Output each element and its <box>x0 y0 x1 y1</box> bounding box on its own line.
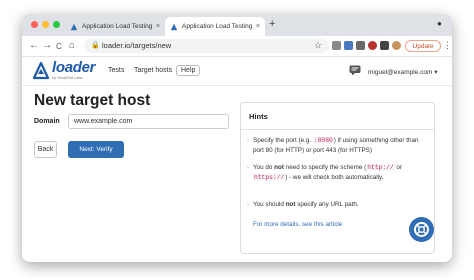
tab-title: Application Load Testing Tools <box>82 23 152 30</box>
user-menu[interactable]: miguel@example.com ▾ <box>368 68 437 76</box>
help-button[interactable]: Help <box>176 65 201 76</box>
code-https: https:// <box>253 173 286 181</box>
new-tab-button[interactable]: + <box>269 18 275 30</box>
browser-window: Application Load Testing Tools × Applica… <box>22 14 452 262</box>
app-navbar: loader by SendGrid Labs Tests Target hos… <box>22 57 452 86</box>
hint-scheme: - You do not need to specify the scheme … <box>247 163 427 182</box>
extension-icon[interactable] <box>356 41 365 50</box>
bookmark-star-icon[interactable]: ☆ <box>314 39 322 51</box>
address-bar[interactable]: 🔒 loader.io/targets/new <box>84 39 329 53</box>
avatar[interactable] <box>392 41 401 50</box>
lifebuoy-icon <box>414 222 429 237</box>
help-lifebuoy-button[interactable] <box>409 217 434 242</box>
hint-text: specify any URL path. <box>295 201 359 208</box>
loader-logo-icon[interactable] <box>33 62 49 80</box>
tab-bar: Application Load Testing Tools × Applica… <box>22 14 452 36</box>
hints-header: Hints <box>241 103 434 130</box>
hints-title: Hints <box>249 112 268 121</box>
hint-text: You do <box>253 164 275 171</box>
user-email: miguel@example.com <box>368 69 433 76</box>
forward-arrow-icon[interactable]: → <box>42 40 52 52</box>
bullet: - <box>247 201 250 208</box>
hint-text: ) - we will check both automatically. <box>285 173 384 181</box>
maximize-window-button[interactable] <box>53 21 60 28</box>
page-title: New target host <box>34 92 151 109</box>
hint-text: need to specify the scheme ( <box>283 164 367 171</box>
code-http: http:// <box>366 164 395 171</box>
reload-icon[interactable]: C <box>56 41 62 53</box>
hint-port: - Specify the port (e.g. :8080) if using… <box>247 136 427 155</box>
url-text: loader.io/targets/new <box>102 41 172 50</box>
bullet: - <box>247 137 250 144</box>
hint-emphasis: not <box>285 201 296 208</box>
hints-panel: Hints - Specify the port (e.g. :8080) if… <box>240 102 435 254</box>
nav-tests[interactable]: Tests <box>108 67 124 74</box>
back-button[interactable]: Back <box>34 141 57 158</box>
domain-label: Domain <box>34 118 60 125</box>
update-button[interactable]: Update <box>405 40 441 52</box>
extension-icon[interactable] <box>344 41 353 50</box>
next-verify-button[interactable]: Next: Verify <box>68 141 124 158</box>
bullet: - <box>247 164 250 171</box>
back-arrow-icon[interactable]: ← <box>29 40 39 52</box>
chat-icon[interactable] <box>349 65 361 76</box>
hint-emphasis: not <box>274 164 284 171</box>
domain-input[interactable] <box>68 114 229 129</box>
tab-close-icon[interactable]: × <box>156 23 160 30</box>
logo-subtitle: by SendGrid Labs <box>52 76 83 80</box>
browser-tab-2-active[interactable]: Application Load Testing Tools × <box>165 17 265 36</box>
lock-icon: 🔒 <box>91 42 100 49</box>
hint-text: You should <box>253 201 286 208</box>
close-window-button[interactable] <box>31 21 38 28</box>
nav-target-hosts[interactable]: Target hosts <box>134 67 172 74</box>
browser-profile-circle-icon[interactable]: ● <box>437 19 442 28</box>
loader-favicon-icon <box>170 23 178 30</box>
puzzle-extensions-icon[interactable] <box>380 41 389 50</box>
chevron-down-icon: ▾ <box>434 69 438 76</box>
hint-path: - You should not specify any URL path. <box>247 200 427 210</box>
logo-text[interactable]: loader <box>52 59 96 76</box>
hint-text: Specify the port (e.g. <box>253 137 313 144</box>
home-icon[interactable]: ⌂ <box>69 40 75 52</box>
browser-menu-icon[interactable]: ⋮ <box>443 39 452 51</box>
extension-icon[interactable] <box>332 41 341 50</box>
minimize-window-button[interactable] <box>42 21 49 28</box>
code-port: :8080 <box>312 137 334 144</box>
details-link[interactable]: For more details, see this article <box>253 221 342 228</box>
hint-text: or <box>394 164 403 171</box>
extension-icon[interactable] <box>368 41 377 50</box>
browser-tab-1[interactable]: Application Load Testing Tools × <box>65 17 165 36</box>
loader-favicon-icon <box>70 23 78 30</box>
tab-close-icon[interactable]: × <box>256 23 260 30</box>
tab-title: Application Load Testing Tools <box>182 23 252 30</box>
browser-toolbar: ← → C ⌂ 🔒 loader.io/targets/new ☆ Update… <box>22 36 452 57</box>
